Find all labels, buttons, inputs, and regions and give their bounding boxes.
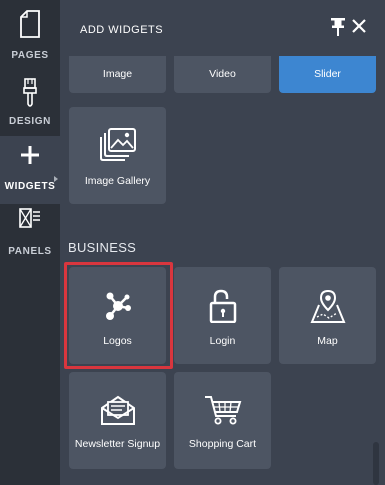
rail-label-design: DESIGN <box>9 116 51 127</box>
widget-label-newsletter-signup: Newsletter Signup <box>74 438 161 450</box>
image-gallery-icon <box>69 127 166 161</box>
brush-icon <box>0 78 60 108</box>
rail-label-panels: PANELS <box>8 246 52 257</box>
panels-icon <box>0 208 60 228</box>
cart-icon <box>174 394 271 426</box>
close-icon[interactable] <box>351 18 367 34</box>
lock-icon <box>174 289 271 323</box>
widget-tile-logos[interactable]: Logos <box>69 267 166 364</box>
rail-label-pages: PAGES <box>11 50 49 61</box>
section-title-business: BUSINESS <box>68 240 137 255</box>
widget-label-image: Image <box>102 68 133 80</box>
widget-label-shopping-cart: Shopping Cart <box>188 438 257 450</box>
plus-icon <box>0 146 60 164</box>
left-rail: PAGES DESIGN WIDGETS PANELS <box>0 0 60 485</box>
add-widgets-panel: Image Video Slider Image Gallery BUSINES… <box>60 0 385 485</box>
panel-title: ADD WIDGETS <box>80 24 164 36</box>
widget-label-logos: Logos <box>103 335 132 347</box>
map-icon <box>279 289 376 325</box>
widget-label-video: Video <box>209 68 236 80</box>
rail-item-design[interactable]: DESIGN <box>0 68 60 136</box>
rail-item-panels[interactable]: PANELS <box>0 204 60 272</box>
widget-label-login: Login <box>209 335 236 347</box>
widget-label-slider: Slider <box>314 68 341 80</box>
panel-scrollbar[interactable] <box>373 442 379 485</box>
widget-tile-image-gallery[interactable]: Image Gallery <box>69 107 166 204</box>
logos-icon <box>69 291 166 321</box>
widget-tile-login[interactable]: Login <box>174 267 271 364</box>
page-icon <box>0 10 60 38</box>
panel-header: ADD WIDGETS <box>60 0 385 56</box>
widget-tile-shopping-cart[interactable]: Shopping Cart <box>174 372 271 469</box>
rail-label-widgets: WIDGETS <box>4 181 56 192</box>
rail-active-arrow <box>54 176 58 182</box>
widget-tile-map[interactable]: Map <box>279 267 376 364</box>
widget-label-image-gallery: Image Gallery <box>84 175 151 187</box>
rail-item-widgets[interactable]: WIDGETS <box>0 136 60 204</box>
pin-icon[interactable] <box>331 18 345 36</box>
envelope-icon <box>69 394 166 426</box>
widget-label-map: Map <box>317 335 338 347</box>
rail-item-pages[interactable]: PAGES <box>0 0 60 68</box>
widget-tile-newsletter-signup[interactable]: Newsletter Signup <box>69 372 166 469</box>
